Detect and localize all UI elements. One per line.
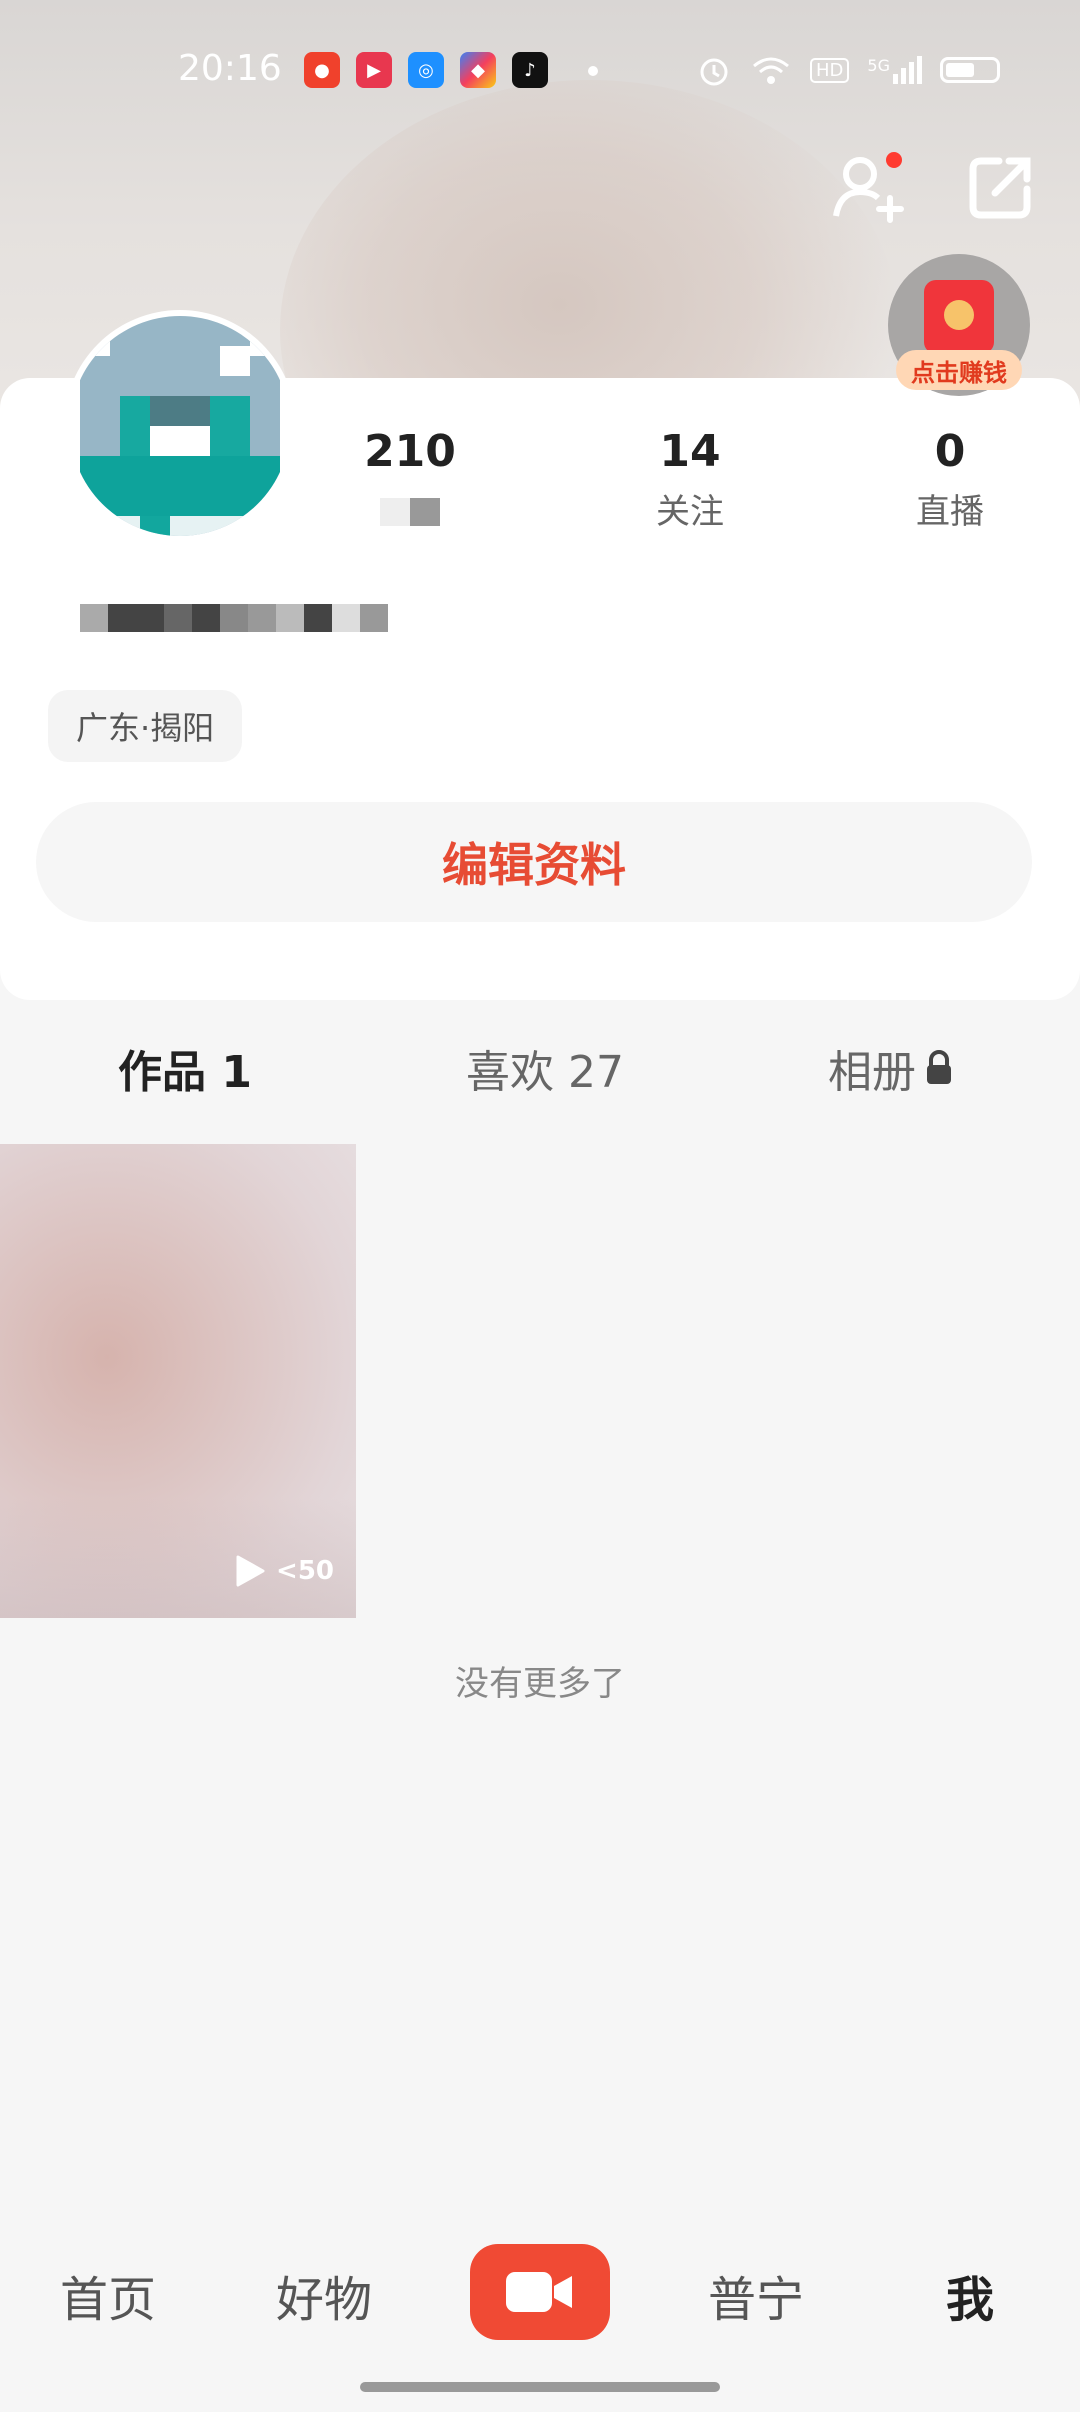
stat-likes[interactable]: 210	[300, 420, 520, 540]
red-packet-label: 点击赚钱	[896, 350, 1022, 390]
location-tag: 广东·揭阳	[48, 690, 243, 762]
tab-album[interactable]: 相册	[828, 1036, 954, 1100]
app-icon-1: ●	[304, 52, 340, 88]
bottom-nav: 首页 好物 普宁 我	[0, 2236, 1080, 2356]
stat-following-value: 14	[659, 426, 721, 477]
play-count: <50	[234, 1554, 334, 1588]
signal-icon: 5G	[867, 56, 922, 84]
stat-likes-value: 210	[364, 426, 456, 477]
tab-album-label: 相册	[828, 1047, 916, 1098]
record-button[interactable]	[470, 2244, 610, 2340]
network-type: 5G	[867, 56, 890, 75]
profile-stats: 210 14 关注 0 直播	[300, 420, 1080, 550]
end-of-list-text: 没有更多了	[455, 1664, 625, 1704]
wifi-icon	[753, 57, 789, 84]
system-icons: HD 5G	[696, 52, 1000, 88]
stat-live-value: 0	[934, 426, 966, 477]
stat-live[interactable]: 0 直播	[840, 420, 1060, 540]
app-icon-3: ◎	[408, 52, 444, 88]
stat-likes-label	[300, 484, 520, 540]
stat-live-label: 直播	[916, 492, 984, 532]
tiktok-icon: ♪	[512, 52, 548, 88]
video-camera-icon	[506, 2272, 572, 2312]
stat-following-label: 关注	[656, 492, 724, 532]
video-thumbnail[interactable]: <50	[0, 1144, 356, 1618]
coin-icon	[944, 300, 974, 330]
play-count-value: <50	[276, 1556, 334, 1586]
battery-icon	[940, 57, 1000, 83]
notification-icons: ● ▶ ◎ ◆ ♪	[304, 52, 598, 88]
nav-local[interactable]: 普宁	[708, 2260, 804, 2330]
nav-home[interactable]: 首页	[60, 2260, 156, 2330]
alarm-icon	[700, 58, 728, 86]
more-notifications-dot	[588, 66, 598, 76]
app-icon-4: ◆	[460, 52, 496, 88]
tab-likes[interactable]: 喜欢 27	[466, 1036, 624, 1100]
status-bar: 20:16 ● ▶ ◎ ◆ ♪ HD 5G	[0, 0, 1080, 140]
tab-works[interactable]: 作品 1	[118, 1036, 252, 1100]
app-icon-2: ▶	[356, 52, 392, 88]
username-redacted	[80, 604, 388, 632]
edit-profile-button[interactable]: 编辑资料	[36, 802, 1032, 922]
header-actions	[830, 148, 1040, 228]
lock-icon	[927, 1050, 951, 1084]
stat-following[interactable]: 14 关注	[580, 420, 800, 540]
avatar[interactable]	[70, 316, 290, 536]
nav-goods[interactable]: 好物	[276, 2260, 372, 2330]
status-time: 20:16	[178, 48, 282, 89]
play-icon	[236, 1555, 265, 1587]
tab-likes-label: 喜欢 27	[466, 1047, 624, 1098]
share-button[interactable]	[960, 148, 1040, 228]
home-indicator[interactable]	[360, 2382, 720, 2392]
content-tabs: 作品 1 喜欢 27 相册	[0, 1020, 1080, 1120]
add-friend-button[interactable]	[830, 148, 910, 228]
red-packet-button[interactable]: 点击赚钱	[888, 254, 1030, 396]
notification-dot	[886, 152, 902, 168]
nav-me[interactable]: 我	[946, 2260, 994, 2330]
tab-works-label: 作品 1	[118, 1047, 252, 1098]
hd-icon: HD	[810, 57, 850, 83]
share-icon	[969, 157, 1031, 219]
